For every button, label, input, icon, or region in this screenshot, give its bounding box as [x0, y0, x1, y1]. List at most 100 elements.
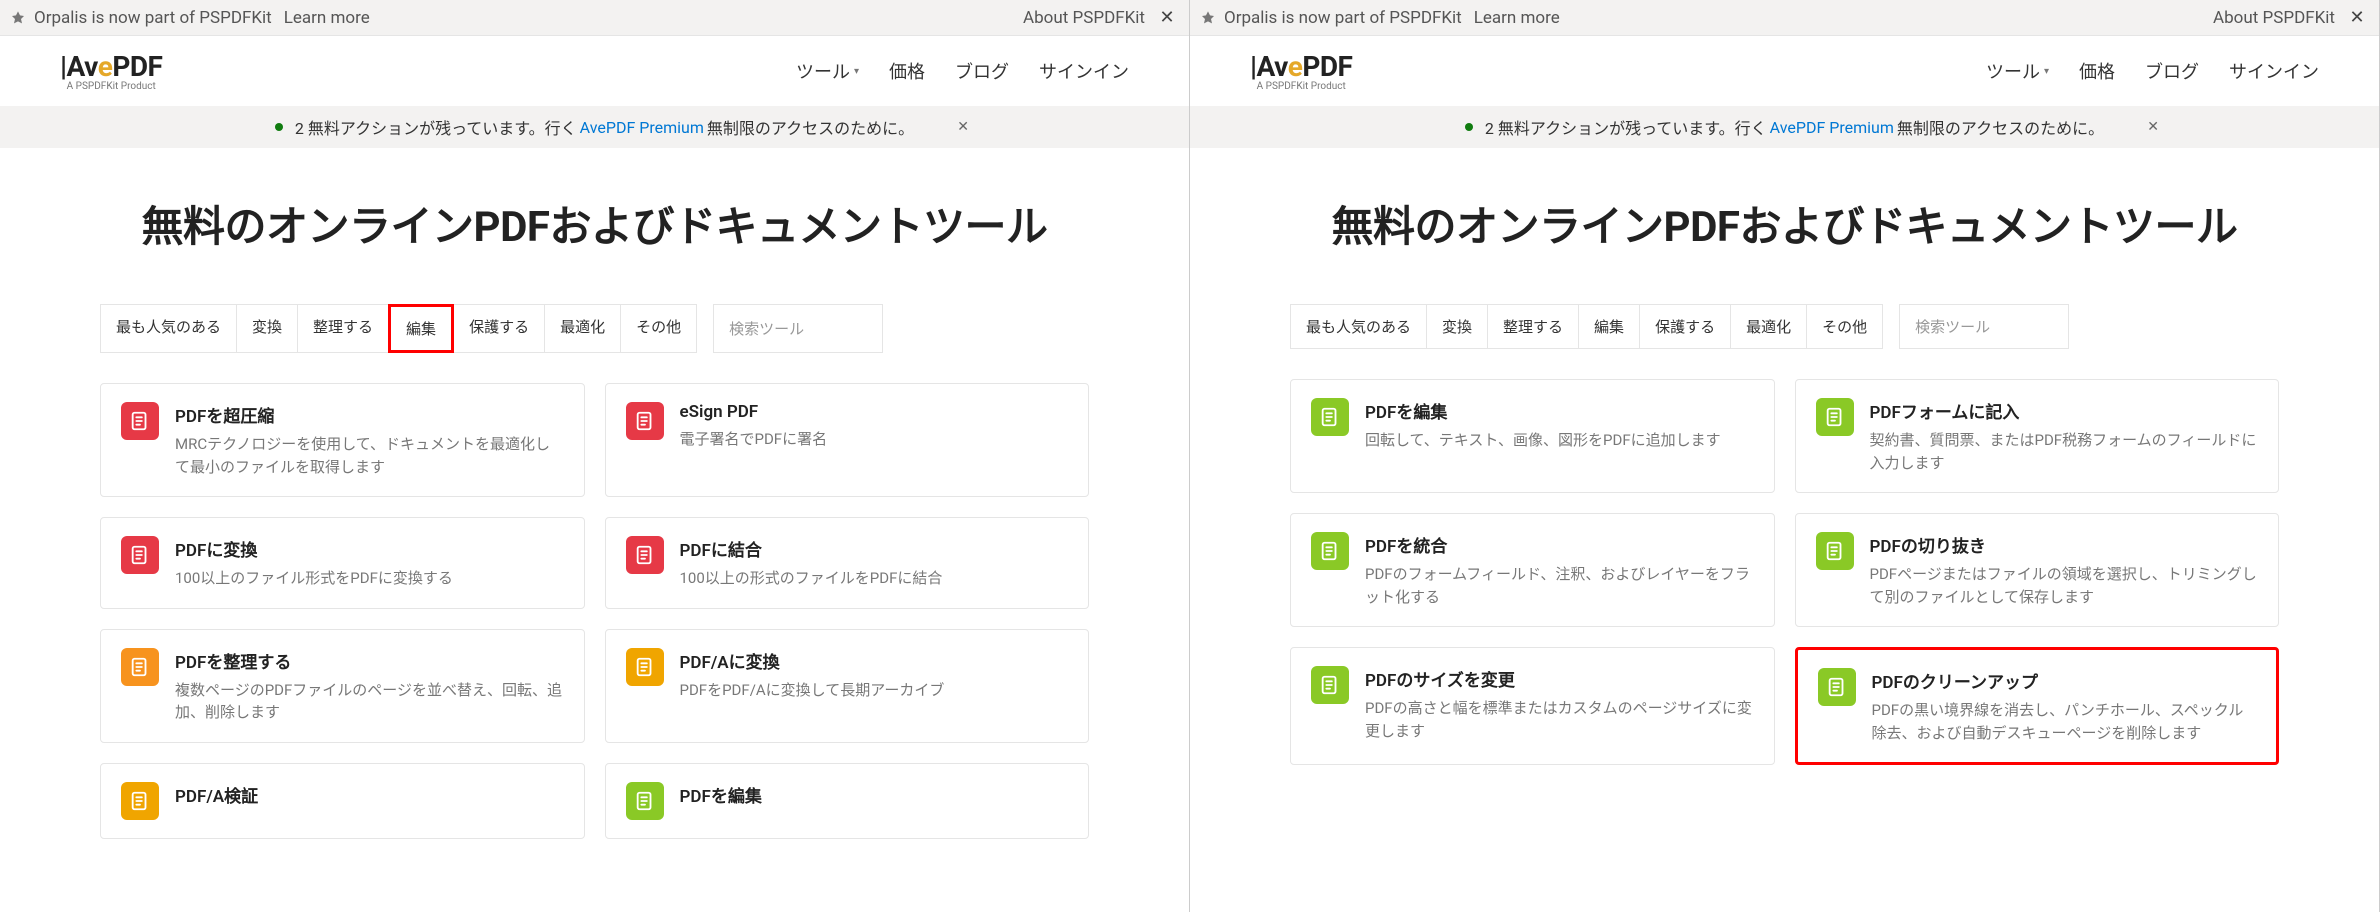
nav-tools[interactable]: ツール▾ [1986, 58, 2049, 84]
tool-icon [121, 782, 159, 820]
tool-card[interactable]: PDFを統合 PDFのフォームフィールド、注釈、およびレイヤーをフラット化する [1290, 513, 1775, 627]
nav-signin[interactable]: サインイン [1039, 58, 1129, 84]
tool-title: PDFを整理する [175, 648, 564, 673]
tool-title: PDFを編集 [680, 782, 1069, 807]
tool-card[interactable]: PDFのクリーンアップ PDFの黒い境界線を消去し、パンチホール、スペックル除去… [1795, 647, 2280, 765]
filter-other[interactable]: その他 [620, 304, 697, 353]
close-icon[interactable]: ✕ [2345, 7, 2369, 28]
tool-title: eSign PDF [680, 402, 1069, 422]
site-header: |AvePDF A PSPDFKit Product ツール▾ 価格 ブログ サ… [1190, 36, 2379, 106]
main-nav: ツール▾ 価格 ブログ サインイン [1986, 58, 2319, 84]
tool-card[interactable]: PDFに変換 100以上のファイル形式をPDFに変換する [100, 517, 585, 609]
tool-title: PDFフォームに記入 [1870, 398, 2259, 423]
tool-title: PDFに結合 [680, 536, 1069, 561]
banner-prefix: 2 無料アクションが残っています。行く [295, 115, 577, 139]
learn-more-link[interactable]: Learn more [284, 8, 370, 28]
filter-convert[interactable]: 変換 [1426, 304, 1488, 349]
tool-card[interactable]: PDFの切り抜き PDFページまたはファイルの領域を選択し、トリミングして別のフ… [1795, 513, 2280, 627]
logo-prefix: |Av [1250, 50, 1288, 83]
nav-price[interactable]: 価格 [2079, 58, 2115, 84]
main-nav: ツール▾ 価格 ブログ サインイン [796, 58, 1129, 84]
tool-icon [1816, 398, 1854, 436]
tool-title: PDFのクリーンアップ [1872, 668, 2257, 693]
tool-card[interactable]: eSign PDF 電子署名でPDFに署名 [605, 383, 1090, 497]
tool-card[interactable]: PDFを編集 [605, 763, 1090, 839]
nav-signin[interactable]: サインイン [2229, 58, 2319, 84]
nav-blog[interactable]: ブログ [2145, 58, 2199, 84]
tool-desc: PDFの黒い境界線を消去し、パンチホール、スペックル除去、および自動デスキューペ… [1872, 699, 2257, 744]
filter-optimize[interactable]: 最適化 [1730, 304, 1807, 349]
filter-protect[interactable]: 保護する [1639, 304, 1731, 349]
logo-subtitle: A PSPDFKit Product [1257, 81, 1346, 92]
tool-desc: 100以上のファイル形式をPDFに変換する [175, 567, 564, 590]
filter-convert[interactable]: 変換 [236, 304, 298, 353]
banner-prefix: 2 無料アクションが残っています。行く [1485, 115, 1767, 139]
logo[interactable]: |AvePDF A PSPDFKit Product [60, 50, 162, 92]
logo-suffix: PDF [1302, 50, 1352, 83]
tool-card[interactable]: PDFのサイズを変更 PDFの高さと幅を標準またはカスタムのページサイズに変更し… [1290, 647, 1775, 765]
tool-card[interactable]: PDFを編集 回転して、テキスト、画像、図形をPDFに追加します [1290, 379, 1775, 493]
premium-link[interactable]: AvePDF Premium [1770, 118, 1894, 137]
tool-desc: 電子署名でPDFに署名 [680, 428, 1069, 451]
close-icon[interactable]: ✕ [1155, 7, 1179, 28]
tool-title: PDFの切り抜き [1870, 532, 2259, 557]
search-input[interactable]: 検索ツール [713, 304, 883, 353]
nav-price[interactable]: 価格 [889, 58, 925, 84]
top-announcement-bar: Orpalis is now part of PSPDFKit Learn mo… [1190, 0, 2379, 36]
filter-popular[interactable]: 最も人気のある [1290, 304, 1427, 349]
right-pane: Orpalis is now part of PSPDFKit Learn mo… [1190, 0, 2380, 912]
tool-card[interactable]: PDF/Aに変換 PDFをPDF/Aに変換して長期アーカイブ [605, 629, 1090, 743]
about-link[interactable]: About PSPDFKit [1023, 8, 1145, 28]
filter-organize[interactable]: 整理する [1487, 304, 1579, 349]
page-title: 無料のオンラインPDFおよびドキュメントツール [1190, 193, 2379, 254]
tool-desc: PDFのフォームフィールド、注釈、およびレイヤーをフラット化する [1365, 563, 1754, 608]
nav-blog[interactable]: ブログ [955, 58, 1009, 84]
logo-suffix: PDF [112, 50, 162, 83]
tool-title: PDFに変換 [175, 536, 564, 561]
banner-close-icon[interactable]: ✕ [2147, 119, 2159, 135]
tool-card[interactable]: PDF/A検証 [100, 763, 585, 839]
tool-title: PDFを編集 [1365, 398, 1754, 423]
page-title: 無料のオンラインPDFおよびドキュメントツール [0, 193, 1189, 254]
tool-title: PDFを超圧縮 [175, 402, 564, 427]
tool-desc: 回転して、テキスト、画像、図形をPDFに追加します [1365, 429, 1754, 452]
tool-card[interactable]: PDFフォームに記入 契約書、質問票、またはPDF税務フォームのフィールドに入力… [1795, 379, 2280, 493]
announce-text: Orpalis is now part of PSPDFKit [34, 8, 272, 28]
tool-icon [626, 648, 664, 686]
tool-icon [1311, 666, 1349, 704]
search-input[interactable]: 検索ツール [1899, 304, 2069, 349]
about-link[interactable]: About PSPDFKit [2213, 8, 2335, 28]
chevron-down-icon: ▾ [854, 66, 859, 77]
orpalis-icon [1200, 10, 1216, 26]
logo[interactable]: |AvePDF A PSPDFKit Product [1250, 50, 1352, 92]
logo-subtitle: A PSPDFKit Product [67, 81, 156, 92]
banner-close-icon[interactable]: ✕ [957, 119, 969, 135]
tool-icon [626, 536, 664, 574]
status-dot-icon [275, 123, 283, 131]
banner-suffix: 無制限のアクセスのために。 [707, 115, 914, 139]
chevron-down-icon: ▾ [2044, 66, 2049, 77]
announce-text: Orpalis is now part of PSPDFKit [1224, 8, 1462, 28]
premium-link[interactable]: AvePDF Premium [580, 118, 704, 137]
filter-popular[interactable]: 最も人気のある [100, 304, 237, 353]
filter-other[interactable]: その他 [1806, 304, 1883, 349]
left-pane: Orpalis is now part of PSPDFKit Learn mo… [0, 0, 1190, 912]
tool-icon [1311, 532, 1349, 570]
filter-organize[interactable]: 整理する [297, 304, 389, 353]
nav-tools[interactable]: ツール▾ [796, 58, 859, 84]
tool-title: PDFのサイズを変更 [1365, 666, 1754, 691]
tool-title: PDF/Aに変換 [680, 648, 1069, 673]
tool-desc: PDFの高さと幅を標準またはカスタムのページサイズに変更します [1365, 697, 1754, 742]
tool-card[interactable]: PDFに結合 100以上の形式のファイルをPDFに結合 [605, 517, 1090, 609]
logo-accent: e [98, 50, 113, 83]
learn-more-link[interactable]: Learn more [1474, 8, 1560, 28]
tool-card[interactable]: PDFを整理する 複数ページのPDFファイルのページを並べ替え、回転、追加、削除… [100, 629, 585, 743]
orpalis-icon [10, 10, 26, 26]
tool-card[interactable]: PDFを超圧縮 MRCテクノロジーを使用して、ドキュメントを最適化して最小のファ… [100, 383, 585, 497]
filter-optimize[interactable]: 最適化 [544, 304, 621, 353]
filter-protect[interactable]: 保護する [453, 304, 545, 353]
logo-prefix: |Av [60, 50, 98, 83]
tools-grid-right: PDFを編集 回転して、テキスト、画像、図形をPDFに追加します PDFフォーム… [1290, 379, 2279, 765]
filter-edit[interactable]: 編集 [388, 304, 454, 353]
filter-edit[interactable]: 編集 [1578, 304, 1640, 349]
